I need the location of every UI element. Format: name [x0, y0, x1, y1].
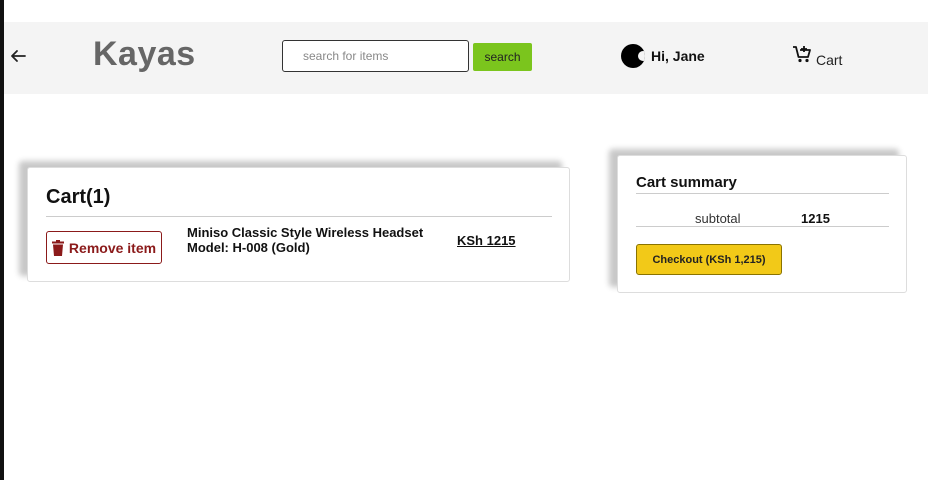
- search-input[interactable]: [282, 40, 469, 72]
- arrow-left-icon: [11, 50, 26, 62]
- cart-item-price: KSh 1215: [457, 233, 516, 248]
- cart-label: Cart: [816, 52, 843, 68]
- user-avatar-icon: [621, 44, 645, 68]
- cart-item-name[interactable]: Miniso Classic Style Wireless Headset Mo…: [187, 225, 447, 255]
- divider: [46, 216, 552, 217]
- cart-link[interactable]: Cart: [792, 44, 842, 68]
- cart-title: Cart(1): [46, 186, 111, 208]
- user-menu[interactable]: Hi, Jane: [621, 44, 705, 68]
- cart-summary-panel: Cart summary subtotal 1215 Checkout (KSh…: [617, 155, 907, 293]
- cart-item-title: Miniso Classic Style Wireless Headset: [187, 225, 424, 240]
- remove-item-button[interactable]: Remove item: [46, 231, 162, 264]
- cart-panel: Cart(1) Remove item Miniso Classic Style…: [27, 167, 570, 282]
- summary-title: Cart summary: [636, 174, 737, 191]
- remove-item-label: Remove item: [68, 239, 157, 256]
- cart-item-model: Model: H-008 (Gold): [187, 240, 310, 255]
- search-button[interactable]: search: [473, 43, 532, 71]
- brand-logo[interactable]: Kayas: [93, 35, 196, 74]
- trash-icon: [51, 239, 64, 256]
- user-greeting: Hi, Jane: [651, 48, 705, 64]
- divider: [636, 193, 889, 194]
- subtotal-value: 1215: [801, 211, 830, 226]
- cart-add-icon: [793, 46, 811, 63]
- subtotal-label: subtotal: [695, 211, 741, 226]
- divider: [636, 226, 889, 227]
- checkout-button[interactable]: Checkout (KSh 1,215): [636, 244, 782, 275]
- top-navbar: Kayas search Hi, Jane Cart: [4, 22, 928, 94]
- back-button[interactable]: [8, 46, 28, 66]
